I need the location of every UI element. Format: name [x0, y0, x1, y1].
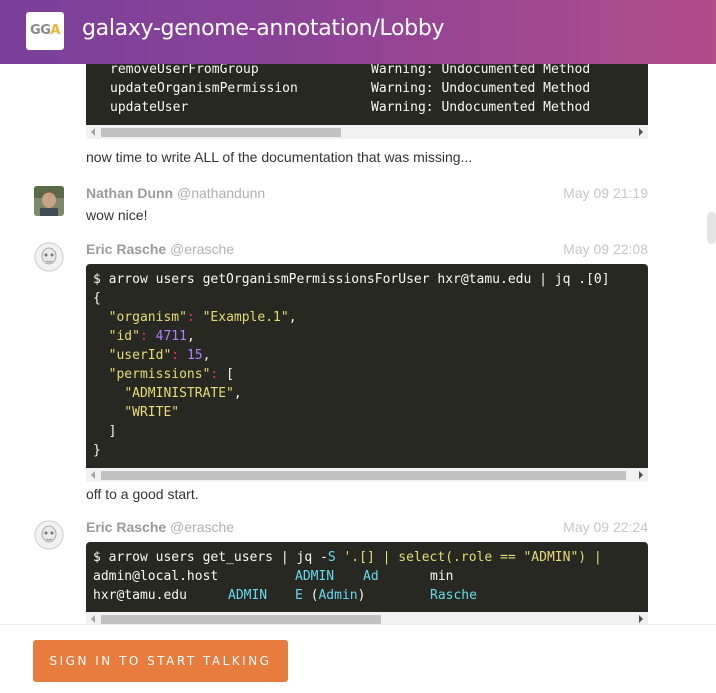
scrollbar-thumb[interactable] [101, 471, 626, 480]
message-timestamp[interactable]: May 09 22:24 [563, 519, 648, 535]
scrollbar-thumb[interactable] [101, 128, 341, 137]
json-value: "ADMINISTRATE" [124, 386, 234, 401]
code-line: { [93, 291, 101, 306]
chat-content: removeUserFromGroup updateOrganismPermis… [0, 0, 716, 624]
user-nickname: Admin [318, 588, 358, 603]
author-name[interactable]: Eric Rasche [86, 241, 166, 257]
json-value: "WRITE" [124, 405, 180, 420]
code-line: Warning: Undocumented Method [371, 81, 591, 96]
avatar-photo-icon [34, 186, 64, 216]
chat-footer: SIGN IN TO START TALKING [0, 624, 716, 693]
user-email: hxr@tamu.edu [93, 588, 187, 603]
message-text: off to a good start. [86, 486, 199, 502]
json-key: "organism" [108, 310, 187, 325]
scroll-right-arrow-icon[interactable] [639, 471, 643, 479]
avatar[interactable] [34, 520, 64, 550]
logo-text: GG [30, 23, 51, 38]
scroll-left-arrow-icon[interactable] [91, 128, 95, 136]
room-header: GGA galaxy-genome-annotation/Lobby [0, 0, 716, 64]
code-line: } [93, 443, 101, 458]
user-firstname: Ad [363, 569, 379, 584]
user-role: ADMIN [228, 588, 268, 603]
scroll-left-arrow-icon[interactable] [91, 471, 95, 479]
code-horizontal-scrollbar[interactable] [86, 612, 648, 624]
code-line: $ arrow users getOrganismPermissionsForU… [93, 272, 610, 287]
json-value: 4711 [155, 329, 187, 344]
code-block: $ arrow users getOrganismPermissionsForU… [86, 264, 648, 468]
message-author: Nathan Dunn @nathandunn [86, 185, 265, 201]
room-title[interactable]: galaxy-genome-annotation/Lobby [82, 16, 445, 41]
code-line: updateOrganismPermission [110, 81, 298, 96]
user-firstname: E [295, 588, 303, 603]
user-lastname: Rasche [430, 588, 477, 603]
sign-in-button[interactable]: SIGN IN TO START TALKING [33, 640, 288, 682]
json-key: "permissions" [108, 367, 211, 382]
scroll-right-arrow-icon[interactable] [639, 615, 643, 623]
json-value: "Example.1" [202, 310, 289, 325]
code-horizontal-scrollbar[interactable] [86, 468, 648, 482]
json-key: "userId" [108, 348, 172, 363]
code-flag: S [327, 550, 336, 565]
json-key: "id" [108, 329, 140, 344]
json-bracket: ] [108, 424, 117, 439]
code-line: updateUser [110, 100, 189, 115]
author-name[interactable]: Eric Rasche [86, 519, 166, 535]
author-name[interactable]: Nathan Dunn [86, 185, 173, 201]
community-logo[interactable]: GGA [26, 12, 64, 50]
message-text: wow nice! [86, 207, 148, 223]
author-username[interactable]: @erasche [170, 519, 234, 535]
message-timestamp[interactable]: May 09 22:08 [563, 241, 648, 257]
code-line: Warning: Undocumented Method [371, 62, 591, 77]
scrollbar-thumb[interactable] [101, 615, 381, 624]
code-line: Warning: Undocumented Method [371, 100, 591, 115]
json-value: 15 [186, 348, 203, 363]
message-text: now time to write ALL of the documentati… [86, 149, 473, 165]
user-lastname: min [430, 569, 454, 584]
scroll-right-arrow-icon[interactable] [639, 128, 643, 136]
message-author: Eric Rasche @erasche [86, 519, 234, 535]
code-line: removeUserFromGroup [110, 62, 259, 77]
message-author: Eric Rasche @erasche [86, 241, 234, 257]
code-string: '.[] | select(.role == "ADMIN") | [335, 550, 602, 565]
user-email: admin@local.host [93, 569, 219, 584]
avatar-sketch-icon [34, 520, 64, 550]
code-block: $ arrow users get_users | jq -S '.[] | s… [86, 542, 648, 614]
code-horizontal-scrollbar[interactable] [86, 125, 648, 139]
logo-text-accent: A [50, 23, 60, 38]
user-role: ADMIN [295, 569, 335, 584]
author-username[interactable]: @erasche [170, 241, 234, 257]
author-username[interactable]: @nathandunn [177, 185, 265, 201]
chat-vertical-scrollbar[interactable] [707, 212, 716, 244]
avatar[interactable] [34, 186, 64, 216]
avatar-sketch-icon [34, 242, 64, 272]
avatar[interactable] [34, 242, 64, 272]
code-line: $ arrow users get_users | jq - [93, 550, 328, 565]
message-timestamp[interactable]: May 09 21:19 [563, 185, 648, 201]
scroll-left-arrow-icon[interactable] [91, 615, 95, 623]
